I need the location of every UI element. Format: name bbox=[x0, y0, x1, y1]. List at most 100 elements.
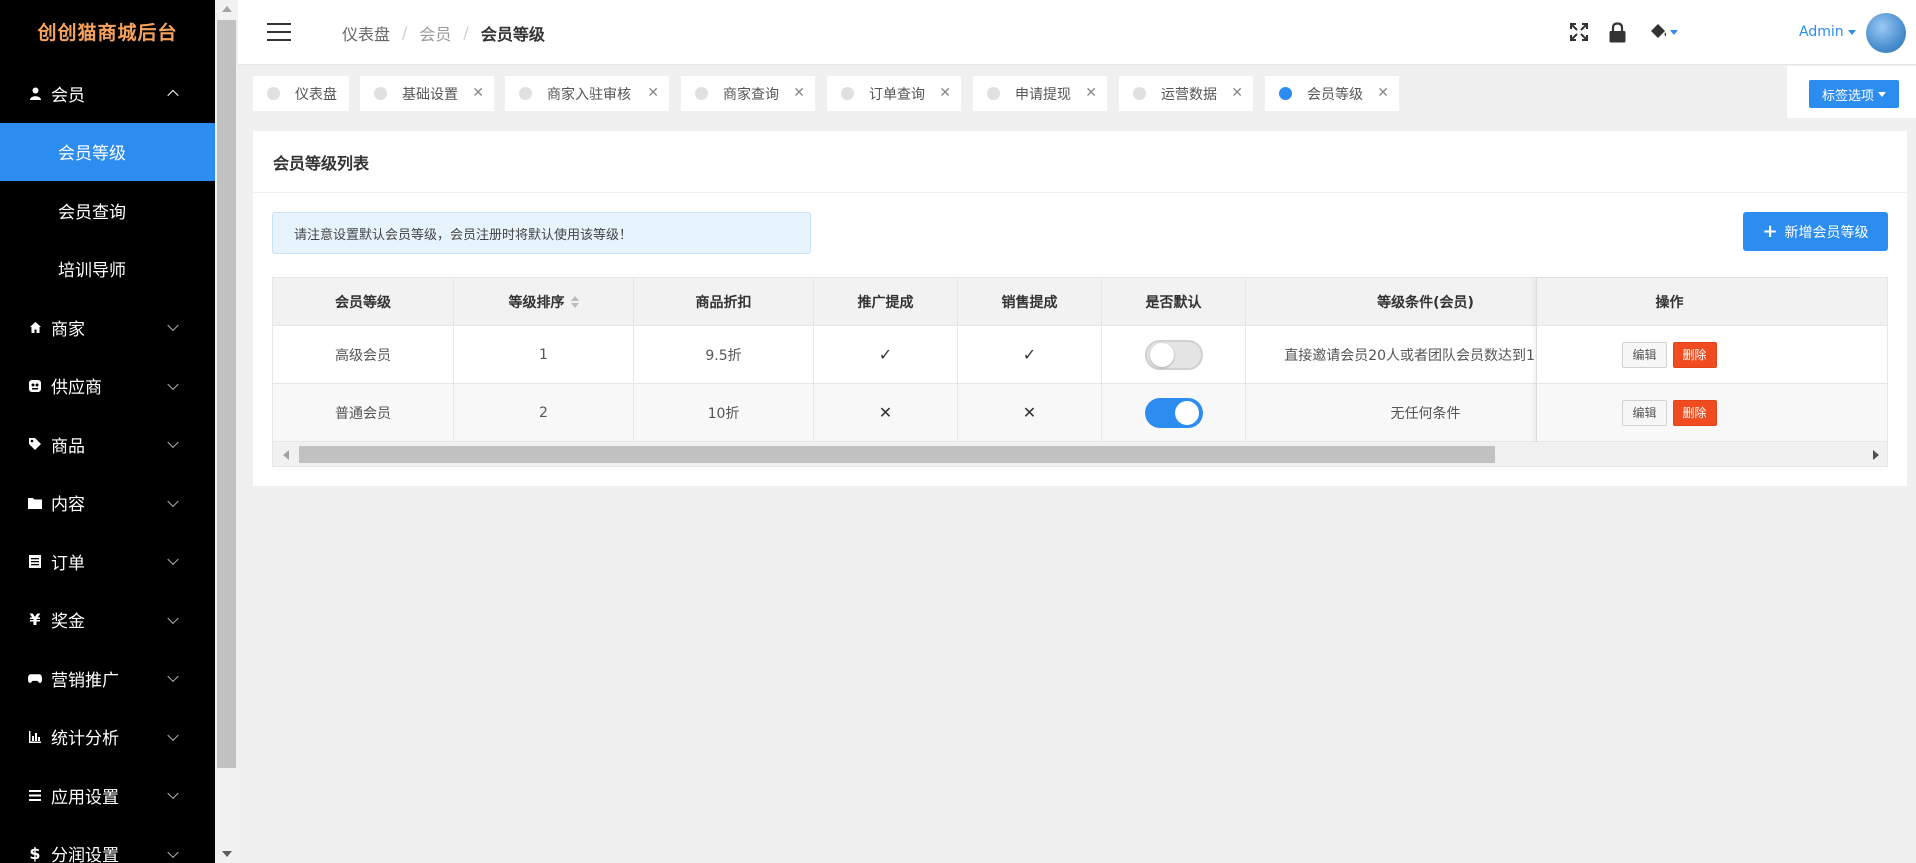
chevron-down-icon bbox=[167, 670, 179, 683]
sidebar-item-supplier[interactable]: 供应商 bbox=[0, 357, 215, 416]
caret-down-icon bbox=[1878, 91, 1886, 97]
app-logo: 创创猫商城后台 bbox=[37, 22, 178, 44]
column-header: 操作 bbox=[1537, 278, 1802, 326]
tab-close-icon[interactable]: ✕ bbox=[939, 85, 951, 101]
tabs-options-button[interactable]: 标签选项 bbox=[1809, 80, 1899, 108]
folder-icon bbox=[28, 496, 42, 510]
sidebar-item-app-settings[interactable]: 应用设置 bbox=[0, 766, 215, 825]
tab-dashboard[interactable]: 仪表盘 bbox=[253, 76, 349, 111]
sidebar-item-label: 会员 bbox=[51, 85, 85, 106]
tag-icon bbox=[28, 437, 42, 451]
avatar[interactable] bbox=[1866, 13, 1906, 53]
edit-button[interactable]: 编辑 bbox=[1622, 399, 1667, 426]
tab-order-query[interactable]: 订单查询 ✕ bbox=[827, 76, 961, 111]
lock-icon[interactable] bbox=[1606, 21, 1628, 43]
tab-close-icon[interactable]: ✕ bbox=[1231, 85, 1243, 101]
tab-basic-settings[interactable]: 基础设置 ✕ bbox=[360, 76, 494, 111]
add-member-level-button[interactable]: + 新增会员等级 bbox=[1743, 212, 1888, 251]
chevron-down-icon bbox=[167, 495, 179, 507]
tab-status-dot bbox=[987, 87, 1000, 100]
cell-discount: 9.5折 bbox=[634, 326, 814, 384]
column-header: 商品折扣 bbox=[634, 278, 814, 326]
sidebar-subitem-member-level[interactable]: 会员等级 bbox=[0, 122, 215, 181]
scroll-down-arrow-icon[interactable] bbox=[222, 851, 232, 857]
tab-merchant-query[interactable]: 商家查询 ✕ bbox=[681, 76, 815, 111]
chevron-down-icon bbox=[167, 729, 179, 741]
scrollbar-thumb[interactable] bbox=[217, 20, 236, 768]
tab-operation-data[interactable]: 运营数据 ✕ bbox=[1119, 76, 1253, 111]
hamburger-menu-icon[interactable] bbox=[267, 23, 291, 41]
edit-button[interactable]: 编辑 bbox=[1622, 341, 1667, 368]
tabs-bar: 仪表盘 基础设置 ✕ 商家入驻审核 ✕ 商家查询 ✕ 订单查询 ✕ 申请提现 ✕… bbox=[238, 66, 1916, 118]
tab-status-dot bbox=[374, 87, 387, 100]
sidebar: 创创猫商城后台 会员 会员等级 会员查询 培训导师 商家 供应商 商品 内容 订… bbox=[0, 0, 215, 863]
content-card: 会员等级列表 请注意设置默认会员等级，会员注册时将默认使用该等级！ + 新增会员… bbox=[253, 131, 1907, 486]
tab-status-dot bbox=[519, 87, 532, 100]
tab-label: 会员等级 bbox=[1307, 86, 1363, 103]
sidebar-subitem-trainer[interactable]: 培训导师 bbox=[0, 240, 215, 299]
tab-close-icon[interactable]: ✕ bbox=[647, 85, 659, 101]
scroll-left-arrow-icon[interactable] bbox=[283, 450, 289, 460]
column-header: 销售提成 bbox=[958, 278, 1102, 326]
cell-default bbox=[1102, 384, 1246, 442]
add-button-label: 新增会员等级 bbox=[1784, 224, 1869, 241]
tab-withdrawal[interactable]: 申请提现 ✕ bbox=[973, 76, 1107, 111]
sidebar-item-order[interactable]: 订单 bbox=[0, 532, 215, 591]
tab-status-dot bbox=[267, 87, 280, 100]
sidebar-item-profit-settings[interactable]: $ 分润设置 bbox=[0, 825, 215, 863]
sidebar-item-label: 奖金 bbox=[51, 612, 85, 633]
breadcrumb-item[interactable]: 仪表盘 bbox=[342, 21, 390, 45]
cross-icon: ✕ bbox=[814, 384, 958, 442]
column-header: 是否默认 bbox=[1102, 278, 1246, 326]
sidebar-item-statistics[interactable]: 统计分析 bbox=[0, 708, 215, 767]
tab-close-icon[interactable]: ✕ bbox=[1377, 85, 1389, 101]
delete-button[interactable]: 删除 bbox=[1672, 399, 1717, 426]
user-icon bbox=[28, 86, 42, 100]
tab-close-icon[interactable]: ✕ bbox=[793, 85, 805, 101]
chevron-down-icon bbox=[167, 553, 179, 566]
scroll-right-arrow-icon[interactable] bbox=[1873, 450, 1879, 460]
scrollbar-thumb[interactable] bbox=[299, 446, 1495, 463]
member-level-table: 会员等级 等级排序 商品折扣 推广提成 销售提成 是否默认 等级条件(会员) 高… bbox=[272, 277, 1888, 467]
chevron-down-icon bbox=[167, 378, 179, 390]
sidebar-item-label: 统计分析 bbox=[51, 729, 119, 750]
tab-status-dot bbox=[841, 87, 854, 100]
column-header-sortable[interactable]: 等级排序 bbox=[454, 278, 634, 326]
tab-label: 仪表盘 bbox=[295, 86, 337, 103]
tabs-options-wrap: 标签选项 bbox=[1787, 66, 1916, 118]
cell-discount: 10折 bbox=[634, 384, 814, 442]
sidebar-item-content[interactable]: 内容 bbox=[0, 474, 215, 533]
paint-bucket-icon[interactable] bbox=[1646, 21, 1680, 43]
sidebar-item-member[interactable]: 会员 bbox=[0, 64, 215, 123]
dollar-icon: $ bbox=[29, 844, 41, 863]
default-toggle[interactable] bbox=[1144, 339, 1203, 370]
table-horizontal-scrollbar[interactable] bbox=[273, 442, 1887, 466]
sort-icon[interactable] bbox=[570, 295, 579, 308]
caret-down-icon bbox=[1847, 29, 1856, 35]
actions-cell: 编辑 删除 bbox=[1537, 384, 1802, 442]
default-toggle[interactable] bbox=[1144, 397, 1203, 428]
sidebar-subitem-member-query[interactable]: 会员查询 bbox=[0, 181, 215, 240]
check-icon: ✓ bbox=[958, 326, 1102, 384]
tab-member-level[interactable]: 会员等级 ✕ bbox=[1265, 76, 1399, 111]
actions-cell: 编辑 删除 bbox=[1537, 326, 1802, 384]
fullscreen-icon[interactable] bbox=[1568, 21, 1590, 43]
scroll-up-arrow-icon[interactable] bbox=[222, 6, 232, 12]
plus-icon: + bbox=[1762, 221, 1778, 242]
user-menu[interactable]: Admin bbox=[1799, 24, 1856, 40]
sidebar-scrollbar[interactable] bbox=[215, 0, 238, 863]
sidebar-item-label: 商品 bbox=[51, 436, 85, 457]
tab-close-icon[interactable]: ✕ bbox=[1085, 85, 1097, 101]
delete-button[interactable]: 删除 bbox=[1672, 341, 1717, 368]
tab-close-icon[interactable]: ✕ bbox=[472, 85, 484, 101]
sidebar-item-marketing[interactable]: 营销推广 bbox=[0, 649, 215, 708]
sidebar-item-label: 分润设置 bbox=[51, 846, 119, 863]
tab-merchant-review[interactable]: 商家入驻审核 ✕ bbox=[505, 76, 669, 111]
cell-level: 高级会员 bbox=[273, 326, 454, 384]
breadcrumb-item[interactable]: 会员 bbox=[419, 21, 451, 45]
sidebar-item-goods[interactable]: 商品 bbox=[0, 415, 215, 474]
tab-status-dot bbox=[1133, 87, 1146, 100]
list-icon bbox=[28, 554, 42, 568]
sidebar-item-merchant[interactable]: 商家 bbox=[0, 298, 215, 357]
sidebar-item-bonus[interactable]: ¥ 奖金 bbox=[0, 591, 215, 650]
